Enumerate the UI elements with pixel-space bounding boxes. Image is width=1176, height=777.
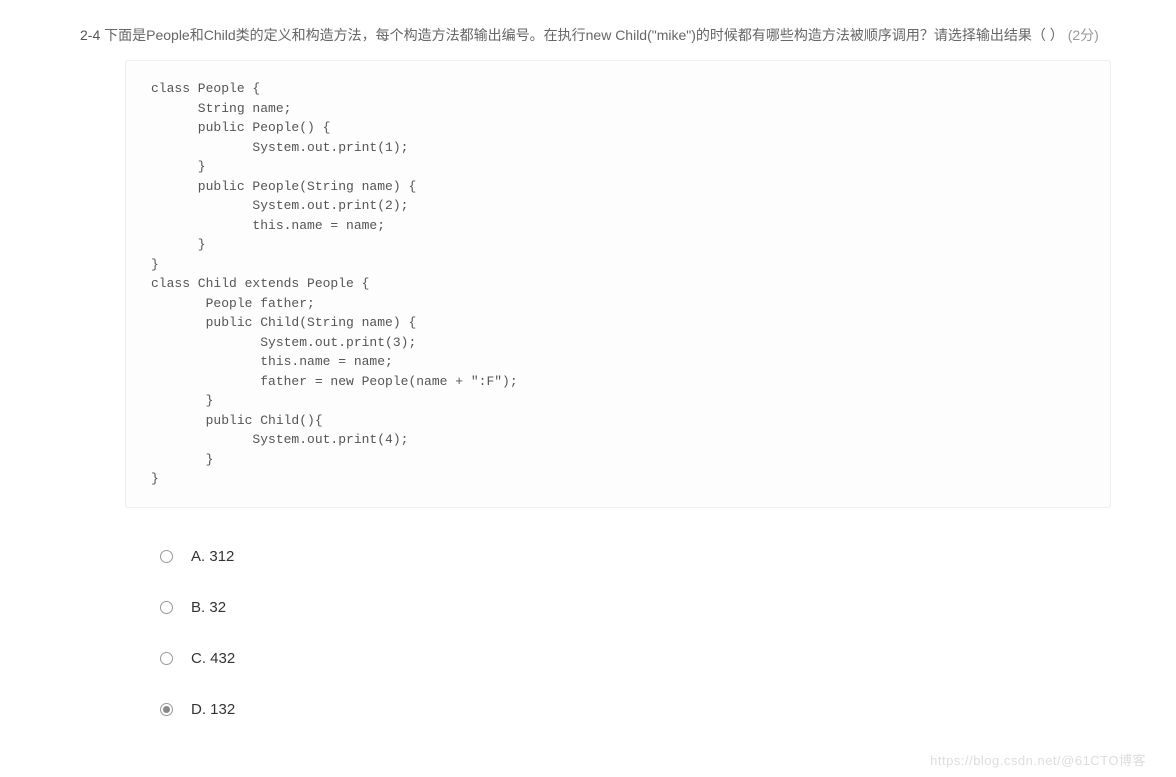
radio-d[interactable] — [160, 703, 173, 716]
radio-a[interactable] — [160, 550, 173, 563]
option-c-value: 432 — [210, 650, 235, 667]
option-d-value: 132 — [210, 701, 235, 718]
question-header: 2-4 下面是People和Child类的定义和构造方法，每个构造方法都输出编号… — [30, 25, 1146, 45]
question-text: 下面是People和Child类的定义和构造方法，每个构造方法都输出编号。在执行… — [104, 27, 1064, 43]
option-a[interactable]: A. 312 — [160, 548, 1146, 565]
option-b-label: B. 32 — [191, 599, 226, 616]
options-list: A. 312 B. 32 C. 432 D. 132 — [30, 548, 1146, 718]
option-a-value: 312 — [209, 548, 234, 565]
watermark: https://blog.csdn.net/@61CTO博客 — [930, 750, 1146, 769]
option-d-letter: D. — [191, 701, 206, 718]
option-b[interactable]: B. 32 — [160, 599, 1146, 616]
option-d[interactable]: D. 132 — [160, 701, 1146, 718]
option-b-letter: B. — [191, 599, 205, 616]
question-points: (2分) — [1068, 27, 1099, 43]
option-b-value: 32 — [209, 599, 226, 616]
option-c-label: C. 432 — [191, 650, 235, 667]
radio-c[interactable] — [160, 652, 173, 665]
radio-b[interactable] — [160, 601, 173, 614]
code-block: class People { String name; public Peopl… — [125, 60, 1111, 508]
option-d-label: D. 132 — [191, 701, 235, 718]
question-number: 2-4 — [80, 27, 100, 43]
option-c[interactable]: C. 432 — [160, 650, 1146, 667]
option-a-letter: A. — [191, 548, 205, 565]
option-a-label: A. 312 — [191, 548, 234, 565]
option-c-letter: C. — [191, 650, 206, 667]
